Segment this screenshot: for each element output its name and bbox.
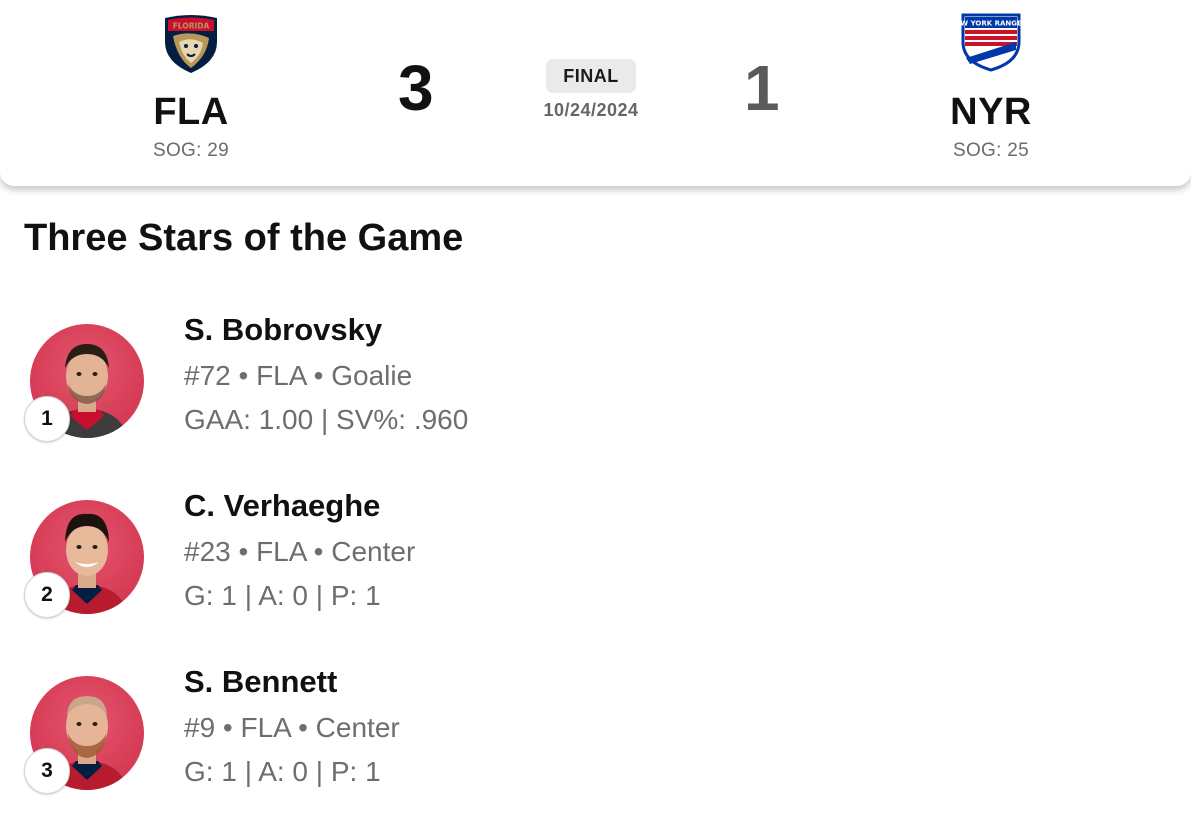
three-stars-title: Three Stars of the Game	[24, 217, 464, 259]
home-team-sog: SOG: 29	[152, 140, 230, 161]
three-star-item-1[interactable]: 1 S. Bobrovsky #72 • FLA • Goalie GAA: 1…	[0, 312, 1191, 462]
player-name[interactable]: S. Bennett	[184, 664, 337, 700]
svg-text:NEW YORK RANGERS: NEW YORK RANGERS	[960, 20, 1022, 28]
game-status-badge: FINAL	[546, 59, 636, 93]
away-team-abbr: NYR	[950, 91, 1032, 133]
home-score: 3	[398, 52, 434, 124]
player-meta: #72 • FLA • Goalie	[184, 360, 413, 391]
star-rank-badge: 1	[24, 396, 70, 442]
star-rank-badge: 3	[24, 748, 70, 794]
florida-panthers-logo: FLORIDA	[165, 15, 217, 73]
home-team-abbr: FLA	[153, 91, 229, 133]
player-stats: GAA: 1.00 | SV%: .960	[184, 404, 469, 435]
player-meta: #9 • FLA • Center	[184, 712, 400, 743]
away-score: 1	[744, 52, 780, 124]
game-score-card[interactable]: FLORIDA FLA SOG: 29 3 FINAL 10/24/2024 1…	[0, 0, 1191, 186]
new-york-rangers-logo: NEW YORK RANGERS	[960, 13, 1022, 72]
game-date: 10/24/2024	[543, 100, 639, 120]
player-meta: #23 • FLA • Center	[184, 536, 416, 567]
home-team[interactable]: FLORIDA FLA SOG: 29	[71, 0, 311, 162]
three-star-item-3[interactable]: 3 S. Bennett #9 • FLA • Center G: 1 | A:…	[0, 664, 1191, 814]
three-star-item-2[interactable]: 2 C. Verhaeghe #23 • FLA • Center G: 1 |…	[0, 488, 1191, 638]
away-team[interactable]: NEW YORK RANGERS NYR SOG: 25	[871, 0, 1111, 162]
away-team-sog: SOG: 25	[952, 140, 1030, 161]
player-name[interactable]: S. Bobrovsky	[184, 312, 382, 348]
svg-text:FLORIDA: FLORIDA	[173, 22, 210, 31]
player-stats: G: 1 | A: 0 | P: 1	[184, 756, 381, 787]
player-stats: G: 1 | A: 0 | P: 1	[184, 580, 381, 611]
star-rank-badge: 2	[24, 572, 70, 618]
player-name[interactable]: C. Verhaeghe	[184, 488, 380, 524]
